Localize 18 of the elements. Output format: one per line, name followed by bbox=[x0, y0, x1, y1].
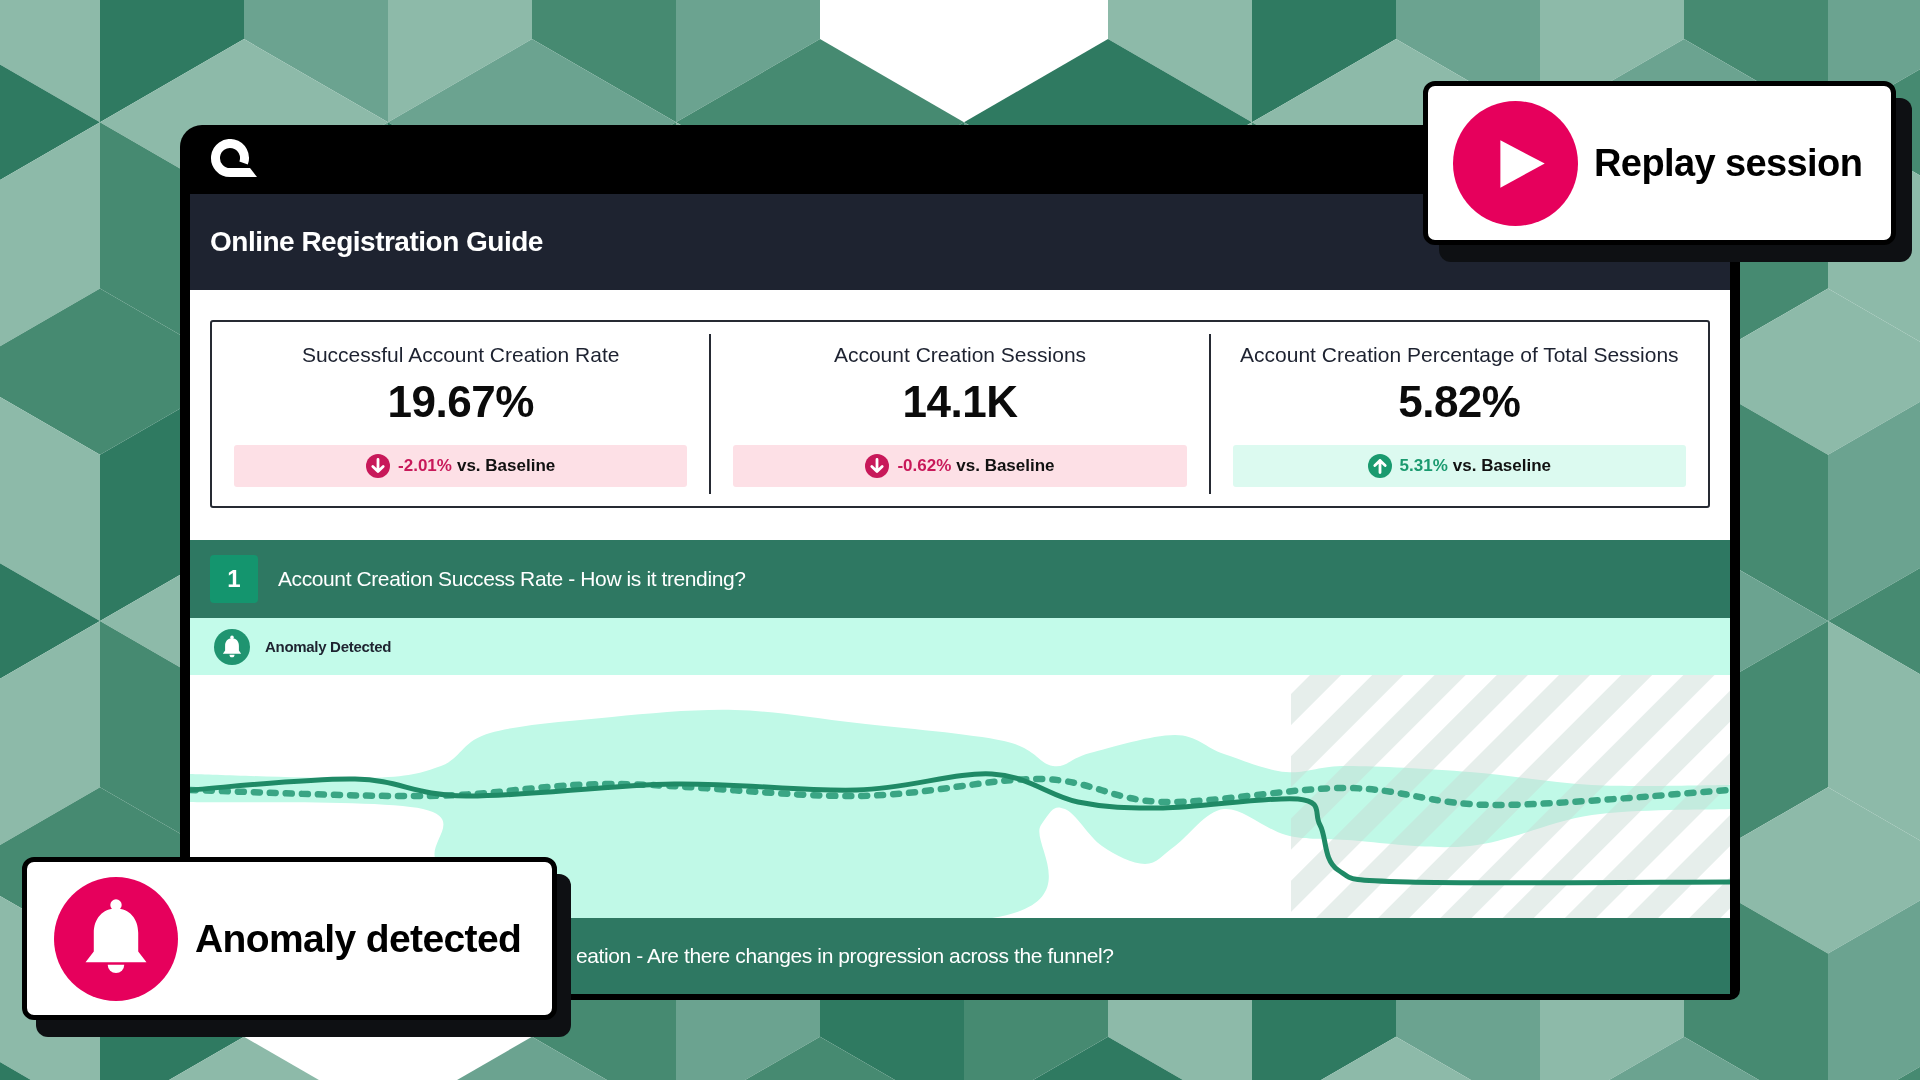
change-percent: -2.01% bbox=[398, 456, 452, 476]
section-title: eation - Are there changes in progression across the funnel? bbox=[576, 944, 1114, 968]
comparison-label: vs. Baseline bbox=[1452, 456, 1552, 476]
metric-value: 19.67% bbox=[387, 378, 534, 426]
change-percent: 5.31% bbox=[1399, 456, 1448, 476]
dashboard-title: Online Registration Guide bbox=[210, 225, 543, 259]
metric-value: 14.1K bbox=[902, 378, 1018, 426]
alert-label: Anomaly Detected bbox=[265, 638, 392, 655]
notification-title: Anomaly detected bbox=[195, 916, 522, 961]
metric-label: Account Creation Sessions bbox=[833, 343, 1087, 367]
section-title: Account Creation Success Rate - How is it trending? bbox=[278, 567, 746, 591]
step-number-badge: 1 bbox=[210, 555, 258, 603]
metric-label: Account Creation Percentage of Total Sessions bbox=[1240, 343, 1679, 367]
comparison-label: vs. Baseline bbox=[456, 456, 556, 476]
metric-label: Successful Account Creation Rate bbox=[301, 343, 620, 367]
change-percent: -0.62% bbox=[897, 456, 952, 476]
metric-value: 5.82% bbox=[1398, 378, 1521, 426]
comparison-label: vs. Baseline bbox=[956, 456, 1055, 476]
